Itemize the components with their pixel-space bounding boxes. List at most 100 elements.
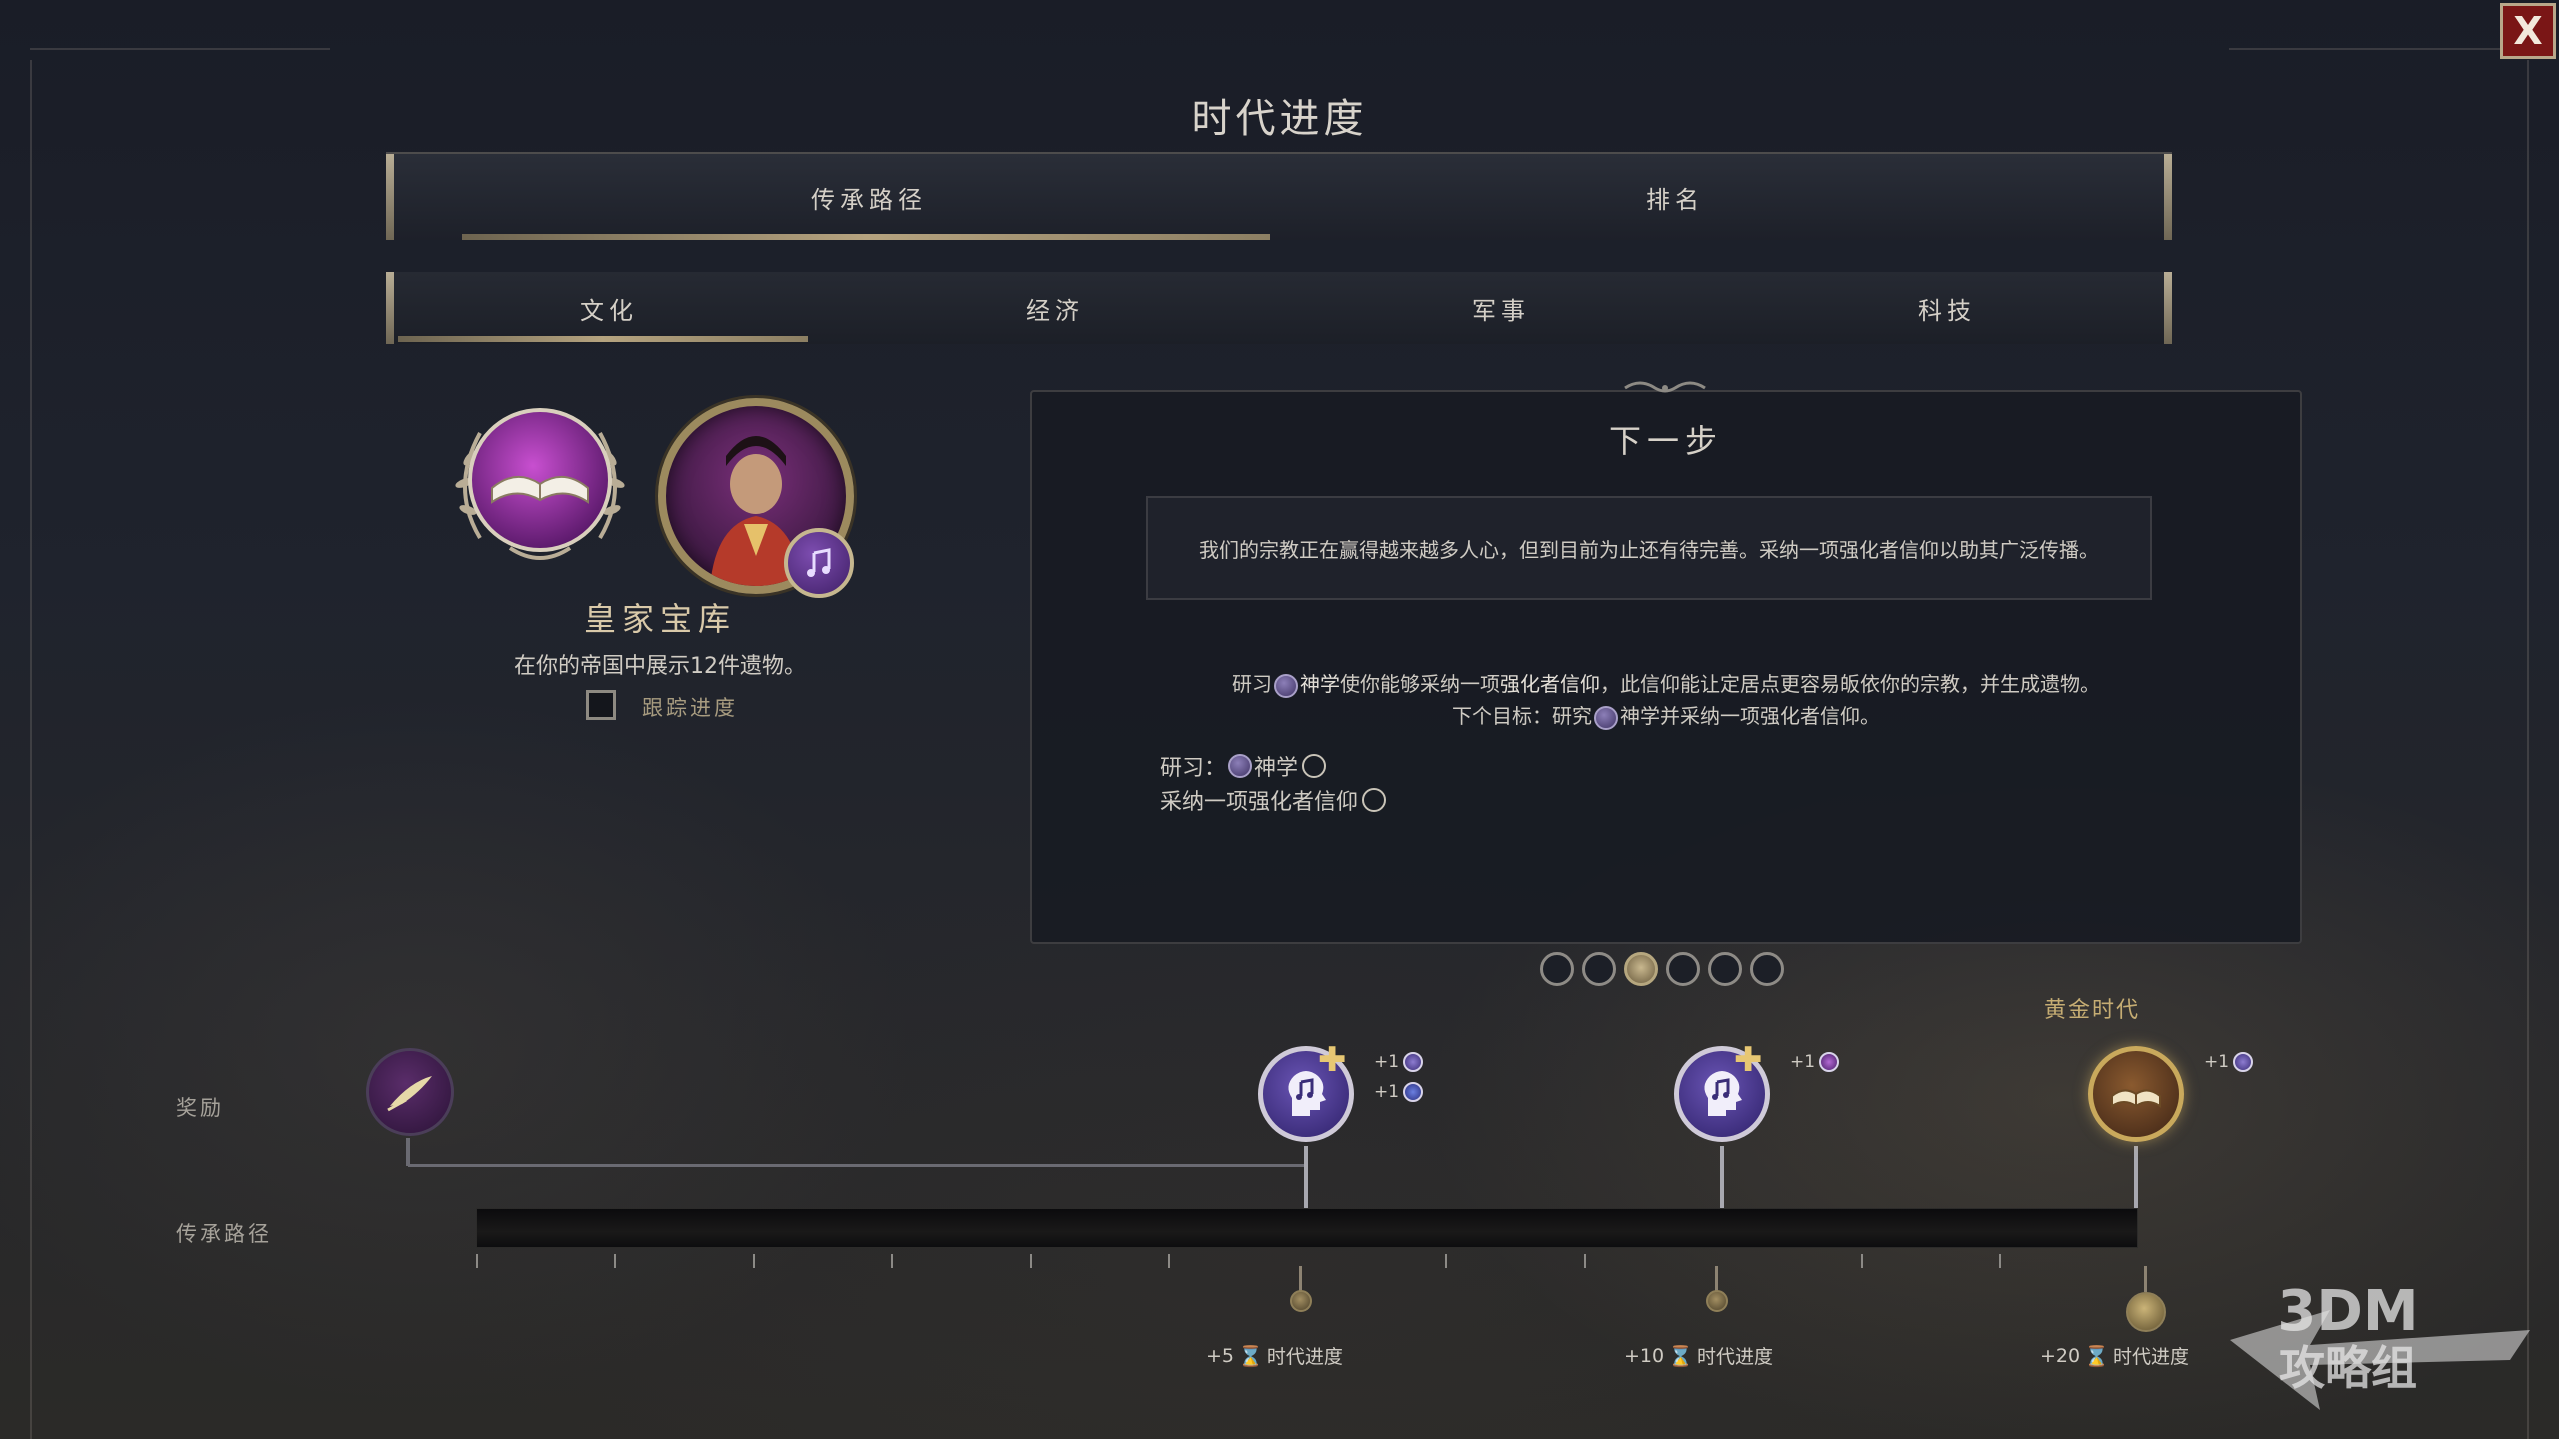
page-dot[interactable]	[1708, 952, 1742, 986]
bonus-item: +1	[1374, 1052, 1424, 1072]
objective-label: 神学	[1254, 756, 1299, 781]
bonus-amount: +1	[1790, 1052, 1816, 1072]
hourglass-icon: ⌛	[1238, 1343, 1263, 1368]
objective-prefix: 研习：	[1160, 756, 1227, 781]
track-progress-label[interactable]: 跟踪进度	[642, 692, 738, 722]
milestone-label: 时代进度	[2113, 1346, 2190, 1368]
tab-economy[interactable]: 经济	[832, 272, 1278, 344]
plus-icon: ✚	[1734, 1040, 1763, 1080]
frame-top-left	[30, 48, 330, 50]
tab-bar-cap-right	[2164, 154, 2172, 240]
tab-science[interactable]: 科技	[1724, 272, 2170, 344]
next-step-panel	[1030, 390, 2302, 944]
info-1-mid: 使你能够采纳一项	[1340, 672, 1500, 696]
active-subtab-underline	[398, 336, 808, 342]
relic-icon	[1403, 1082, 1424, 1102]
music-note-icon	[784, 528, 854, 598]
milestone-label: 时代进度	[1697, 1346, 1774, 1368]
bonus-amount: +1	[1374, 1052, 1400, 1072]
watermark-line-1: 3DM	[2277, 1279, 2419, 1344]
info-line-2: 下个目标：研究 神学并采纳一项强化者信仰。	[1030, 700, 2302, 730]
book-laurel-icon	[455, 408, 625, 560]
objective-status-ring	[1302, 754, 1327, 778]
info-1-tech: 神学	[1300, 672, 1340, 696]
secondary-tab-bar: 文化 经济 军事 科技	[386, 272, 2172, 344]
close-button[interactable]: X	[2500, 3, 2556, 59]
star-milestone-icon	[2126, 1292, 2166, 1332]
rewards-row-label: 奖励	[176, 1096, 224, 1120]
tab-legacy-path[interactable]: 传承路径	[466, 154, 1272, 240]
golden-book-icon[interactable]	[2088, 1046, 2184, 1142]
info-1-pre: 研习	[1232, 672, 1272, 696]
info-1-bold: 强化者信仰	[1500, 672, 1600, 696]
bonus-amount: +1	[2204, 1052, 2230, 1072]
primary-tab-bar: 传承路径 排名	[386, 152, 2172, 240]
tick	[614, 1254, 616, 1268]
theology-icon	[1228, 754, 1253, 778]
great-work-icon	[2233, 1052, 2254, 1072]
page-dot[interactable]	[1750, 952, 1784, 986]
tick	[1584, 1254, 1586, 1268]
tick	[1030, 1254, 1032, 1268]
objective-research-theology: 研习： 神学	[1160, 750, 1327, 782]
wonder-description: 在你的帝国中展示12件遗物。	[514, 654, 806, 679]
connector	[1304, 1146, 1308, 1208]
info-1-post: ，此信仰能让定居点更容易皈依你的宗教，并生成遗物。	[1600, 672, 2100, 696]
tab-culture[interactable]: 文化	[386, 272, 832, 344]
legacy-row-label: 传承路径	[176, 1222, 272, 1246]
theology-icon	[1594, 705, 1618, 730]
watermark-text: 3DM 攻略组	[2268, 1284, 2428, 1396]
next-step-title: 下一步	[1608, 422, 1723, 460]
next-step-description: 我们的宗教正在赢得越来越多人心，但到目前为止还有待完善。采纳一项强化者信仰以助其…	[1146, 496, 2152, 600]
tick	[1861, 1254, 1863, 1268]
connector	[406, 1138, 410, 1166]
theology-icon	[1819, 1052, 1840, 1072]
frame-right	[2527, 60, 2529, 1439]
hourglass-icon: ⌛	[2084, 1343, 2110, 1368]
milestone-amount: +5	[1206, 1344, 1235, 1367]
tick	[891, 1254, 893, 1268]
objective-adopt-belief: 采纳一项强化者信仰	[1160, 784, 1387, 816]
legacy-progress-bar	[476, 1208, 2138, 1248]
wonder-name: 皇家宝库	[583, 600, 736, 638]
tick	[1999, 1254, 2001, 1268]
next-step-description-text: 我们的宗教正在赢得越来越多人心，但到目前为止还有待完善。采纳一项强化者信仰以助其…	[1199, 537, 2099, 562]
progress-ticks	[476, 1254, 2138, 1268]
bonus-item: +1	[1374, 1082, 1424, 1102]
track-progress-checkbox[interactable]	[586, 690, 616, 720]
info-2-tech: 神学	[1620, 704, 1660, 728]
frame-left	[30, 60, 32, 1439]
bonus-item: +1	[2204, 1052, 2254, 1072]
objective-label: 采纳一项强化者信仰	[1160, 790, 1359, 815]
connector	[1720, 1146, 1724, 1208]
hourglass-icon: ⌛	[1668, 1343, 1694, 1368]
page-dot[interactable]	[1582, 952, 1616, 986]
connector	[408, 1164, 1308, 1167]
tab-rankings[interactable]: 排名	[1272, 154, 2078, 240]
milestone-reward: +5 ⌛ 时代进度	[1206, 1342, 1343, 1369]
info-2-pre: 下个目标：研究	[1452, 704, 1592, 728]
bonus-item: +1	[1790, 1052, 1840, 1072]
tick	[1168, 1254, 1170, 1268]
page-dot[interactable]	[1666, 952, 1700, 986]
tab-military[interactable]: 军事	[1278, 272, 1724, 344]
great-work-icon	[1403, 1052, 1424, 1072]
page-dot[interactable]	[1540, 952, 1574, 986]
bonus-amount: +1	[1374, 1082, 1400, 1102]
tab-bar-cap-left	[386, 154, 394, 240]
quill-icon[interactable]	[366, 1048, 454, 1136]
golden-age-label: 黄金时代	[2044, 998, 2141, 1023]
tick	[1445, 1254, 1447, 1268]
plus-icon: ✚	[1318, 1040, 1347, 1080]
watermark-line-2: 攻略组	[2279, 1341, 2417, 1395]
milestone-stem	[2144, 1266, 2147, 1292]
milestone-amount: +10	[1624, 1344, 1665, 1367]
page-title: 时代进度	[1191, 96, 1368, 142]
connector	[2134, 1146, 2138, 1208]
theology-icon	[1274, 673, 1298, 698]
milestone-reward: +10 ⌛ 时代进度	[1624, 1342, 1773, 1369]
frame-top-right	[2229, 48, 2529, 50]
milestone-marker	[1706, 1290, 1728, 1312]
info-2-post: 并采纳一项强化者信仰。	[1660, 704, 1880, 728]
page-dot-active[interactable]	[1624, 952, 1658, 986]
